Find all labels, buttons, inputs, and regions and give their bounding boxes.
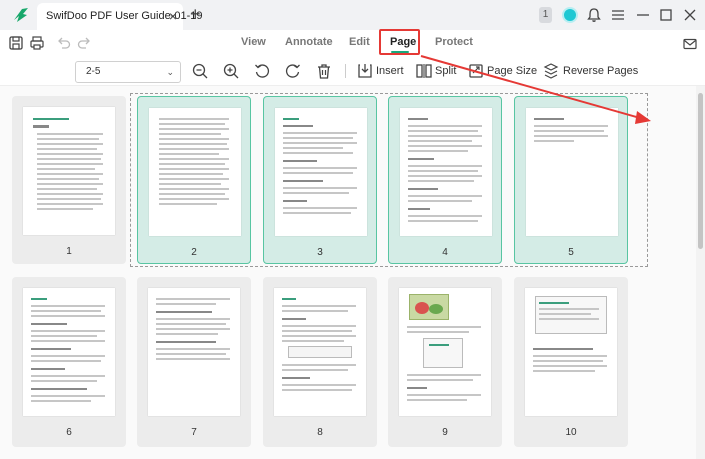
page-thumbnail — [148, 288, 240, 416]
rotate-left-icon[interactable] — [253, 62, 271, 80]
page-thumbnail — [526, 108, 618, 236]
page-card[interactable]: 2 — [137, 96, 251, 264]
page-number: 6 — [66, 427, 72, 438]
page-range-select[interactable]: 2-5 ⌄ — [75, 61, 181, 83]
page-thumbnail — [23, 107, 115, 235]
split-icon[interactable] — [415, 62, 433, 80]
page-size-button[interactable]: Page Size — [487, 65, 537, 77]
page-range-value: 2-5 — [86, 66, 101, 77]
page-card[interactable]: 8 — [263, 277, 377, 447]
print-icon[interactable] — [29, 35, 45, 51]
page-number: 10 — [565, 427, 577, 438]
zoom-out-icon[interactable] — [191, 62, 209, 80]
page-number: 7 — [191, 427, 197, 438]
minimize-icon[interactable] — [634, 6, 652, 24]
page-thumbnail — [525, 288, 617, 416]
page-thumbnail — [275, 108, 367, 236]
document-tab[interactable]: SwifDoo PDF User Guide-01-19 × — [37, 3, 203, 30]
maximize-icon[interactable] — [657, 6, 675, 24]
page-number: 2 — [191, 247, 197, 258]
vertical-scrollbar[interactable] — [696, 86, 705, 459]
document-tab-title: SwifDoo PDF User Guide-01-19 — [46, 10, 203, 22]
page-thumbnail — [399, 288, 491, 416]
menu-icon[interactable] — [609, 6, 627, 24]
avatar[interactable] — [562, 7, 578, 23]
title-bar: SwifDoo PDF User Guide-01-19 × + 1 — [0, 0, 705, 30]
close-window-icon[interactable] — [681, 6, 699, 24]
page-card[interactable]: 6 — [12, 277, 126, 447]
page-card[interactable]: 1 — [12, 96, 126, 264]
page-card[interactable]: 9 — [388, 277, 502, 447]
reverse-pages-button[interactable]: Reverse Pages — [563, 65, 638, 77]
page-card[interactable]: 10 — [514, 277, 628, 447]
delete-icon[interactable] — [315, 62, 333, 80]
rotate-right-icon[interactable] — [284, 62, 302, 80]
page-number: 8 — [317, 427, 323, 438]
mail-icon[interactable] — [682, 36, 698, 52]
insert-button[interactable]: Insert — [376, 65, 404, 77]
page-card[interactable]: 3 — [263, 96, 377, 264]
page-toolbar: 2-5 ⌄ Insert Split Page Size Reverse Pag… — [0, 56, 705, 86]
menu-view[interactable]: View — [241, 36, 266, 48]
page-card[interactable]: 5 — [514, 96, 628, 264]
swifdoo-logo-icon — [14, 8, 28, 22]
split-button[interactable]: Split — [435, 65, 456, 77]
page-thumbnail — [274, 288, 366, 416]
page-thumbnail — [400, 108, 492, 236]
notification-count-badge[interactable]: 1 — [539, 7, 552, 23]
page-card[interactable]: 7 — [137, 277, 251, 447]
save-icon[interactable] — [8, 35, 24, 51]
page-number: 9 — [442, 427, 448, 438]
page-size-icon[interactable] — [467, 62, 485, 80]
page-number: 3 — [317, 247, 323, 258]
scrollbar-thumb[interactable] — [698, 93, 703, 249]
menu-annotate[interactable]: Annotate — [285, 36, 333, 48]
chevron-down-icon: ⌄ — [166, 67, 174, 77]
page-thumbnail — [149, 108, 241, 236]
page-thumbnail — [23, 288, 115, 416]
redo-icon[interactable] — [76, 35, 92, 51]
insert-icon[interactable] — [356, 62, 374, 80]
menu-protect[interactable]: Protect — [435, 36, 473, 48]
page-card[interactable]: 4 — [388, 96, 502, 264]
reverse-pages-icon[interactable] — [542, 62, 560, 80]
page-number: 5 — [568, 247, 574, 258]
page-tab-highlight-box — [379, 29, 420, 55]
bell-icon[interactable] — [585, 6, 603, 24]
page-number: 1 — [66, 246, 72, 257]
new-tab-icon[interactable]: + — [190, 4, 201, 25]
toolbar-divider — [345, 64, 346, 78]
close-tab-icon[interactable]: × — [169, 3, 177, 30]
zoom-in-icon[interactable] — [222, 62, 240, 80]
menu-edit[interactable]: Edit — [349, 36, 370, 48]
page-number: 4 — [442, 247, 448, 258]
undo-icon[interactable] — [56, 35, 72, 51]
menu-bar: View Annotate Edit Page Protect — [0, 30, 705, 56]
